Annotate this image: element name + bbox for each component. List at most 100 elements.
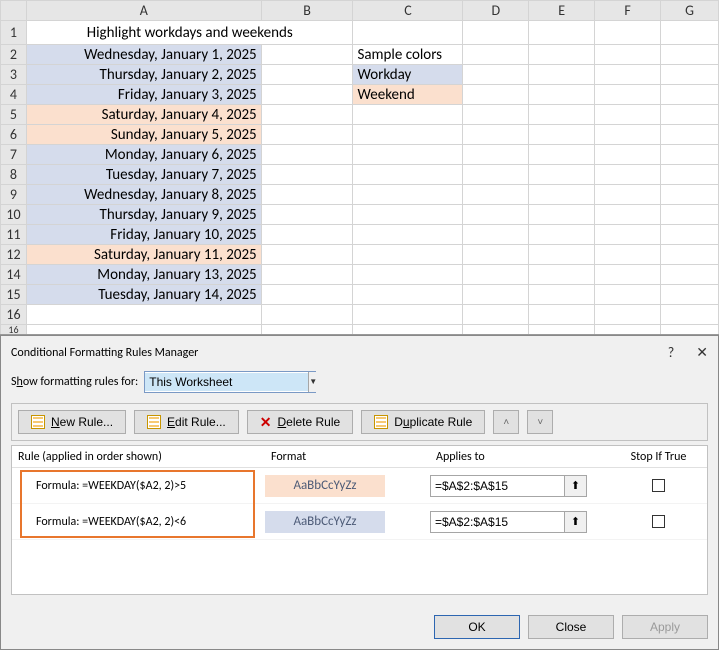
- cell[interactable]: Monday, January 6, 2025: [26, 145, 261, 165]
- cell[interactable]: Weekend: [353, 85, 463, 105]
- row-header[interactable]: 1: [1, 21, 27, 45]
- cell[interactable]: [529, 265, 595, 285]
- col-header[interactable]: G: [661, 1, 719, 21]
- cell[interactable]: [529, 245, 595, 265]
- duplicate-rule-button[interactable]: Duplicate Rule: [361, 410, 485, 434]
- cell[interactable]: [463, 105, 529, 125]
- cell[interactable]: [595, 225, 661, 245]
- cell[interactable]: [463, 245, 529, 265]
- cell[interactable]: [463, 305, 529, 325]
- cell[interactable]: [261, 125, 353, 145]
- cell[interactable]: Highlight workdays and weekends: [26, 21, 353, 45]
- cell[interactable]: [261, 225, 353, 245]
- move-up-button[interactable]: ˄: [493, 410, 519, 434]
- cell[interactable]: [661, 145, 719, 165]
- scope-combo[interactable]: ▼: [144, 371, 316, 393]
- cell[interactable]: [529, 285, 595, 305]
- cell[interactable]: [353, 265, 463, 285]
- cell[interactable]: [661, 85, 719, 105]
- cell[interactable]: [353, 21, 463, 45]
- row-header[interactable]: 9: [1, 185, 27, 205]
- cell[interactable]: [463, 21, 529, 45]
- cell[interactable]: [463, 265, 529, 285]
- cell[interactable]: [661, 225, 719, 245]
- cell[interactable]: [661, 265, 719, 285]
- cell[interactable]: [529, 105, 595, 125]
- row-header[interactable]: 16: [1, 305, 27, 325]
- cell[interactable]: Thursday, January 9, 2025: [26, 205, 261, 225]
- col-header[interactable]: C: [353, 1, 463, 21]
- cell[interactable]: Tuesday, January 7, 2025: [26, 165, 261, 185]
- delete-rule-button[interactable]: ✕Delete Rule: [247, 410, 353, 434]
- cell[interactable]: Wednesday, January 1, 2025: [26, 45, 261, 65]
- cell[interactable]: [661, 285, 719, 305]
- cell[interactable]: [595, 305, 661, 325]
- new-rule-button[interactable]: New Rule...: [18, 410, 126, 434]
- cell[interactable]: [261, 85, 353, 105]
- cell[interactable]: Sunday, January 5, 2025: [26, 125, 261, 145]
- cell[interactable]: [529, 85, 595, 105]
- col-header[interactable]: D: [463, 1, 529, 21]
- cell[interactable]: [353, 245, 463, 265]
- row-header[interactable]: 10: [1, 205, 27, 225]
- cell[interactable]: [595, 165, 661, 185]
- cell[interactable]: [463, 85, 529, 105]
- cell[interactable]: [661, 245, 719, 265]
- cell[interactable]: [661, 165, 719, 185]
- chevron-down-icon[interactable]: ▼: [308, 372, 317, 392]
- scope-combo-input[interactable]: [145, 373, 308, 391]
- cell[interactable]: [463, 125, 529, 145]
- row-header[interactable]: 6: [1, 125, 27, 145]
- cell[interactable]: [661, 105, 719, 125]
- cell[interactable]: [529, 145, 595, 165]
- cell[interactable]: [529, 65, 595, 85]
- row-header[interactable]: 15: [1, 285, 27, 305]
- cell[interactable]: [261, 45, 353, 65]
- cell[interactable]: Friday, January 3, 2025: [26, 85, 261, 105]
- row-header[interactable]: 14: [1, 265, 27, 285]
- cell[interactable]: [529, 205, 595, 225]
- col-header[interactable]: E: [529, 1, 595, 21]
- cell[interactable]: [261, 305, 353, 325]
- cell[interactable]: [463, 285, 529, 305]
- cell[interactable]: Saturday, January 4, 2025: [26, 105, 261, 125]
- row-header[interactable]: 12: [1, 245, 27, 265]
- cell[interactable]: [595, 265, 661, 285]
- cell[interactable]: [463, 165, 529, 185]
- cell[interactable]: [353, 185, 463, 205]
- cell[interactable]: Wednesday, January 8, 2025: [26, 185, 261, 205]
- dialog-titlebar[interactable]: Conditional Formatting Rules Manager ? ✕: [1, 336, 718, 367]
- cell[interactable]: [261, 285, 353, 305]
- cell[interactable]: [661, 45, 719, 65]
- cell[interactable]: Saturday, January 11, 2025: [26, 245, 261, 265]
- cell[interactable]: Thursday, January 2, 2025: [26, 65, 261, 85]
- cell[interactable]: [529, 225, 595, 245]
- cell[interactable]: [353, 205, 463, 225]
- rule-row[interactable]: Formula: =WEEKDAY($A2, 2)>5AaBbCcYyZz⬆: [12, 468, 707, 504]
- cell[interactable]: Monday, January 13, 2025: [26, 265, 261, 285]
- edit-rule-button[interactable]: Edit Rule...: [134, 410, 239, 434]
- cell[interactable]: [261, 165, 353, 185]
- cell[interactable]: [353, 105, 463, 125]
- row-header[interactable]: 3: [1, 65, 27, 85]
- cell[interactable]: Tuesday, January 14, 2025: [26, 285, 261, 305]
- row-header[interactable]: 11: [1, 225, 27, 245]
- cell[interactable]: [595, 85, 661, 105]
- cell[interactable]: [595, 21, 661, 45]
- range-picker-icon[interactable]: ⬆: [565, 511, 587, 533]
- help-button[interactable]: ?: [668, 344, 675, 361]
- applies-to-input[interactable]: [430, 511, 565, 533]
- cell[interactable]: [463, 185, 529, 205]
- cell[interactable]: [595, 285, 661, 305]
- cell[interactable]: [261, 105, 353, 125]
- move-down-button[interactable]: ˅: [527, 410, 553, 434]
- range-picker-icon[interactable]: ⬆: [565, 475, 587, 497]
- row-header[interactable]: 7: [1, 145, 27, 165]
- cell[interactable]: [529, 185, 595, 205]
- cell[interactable]: [353, 125, 463, 145]
- cell[interactable]: [529, 125, 595, 145]
- col-header[interactable]: F: [595, 1, 661, 21]
- cell[interactable]: [661, 125, 719, 145]
- cell[interactable]: [595, 45, 661, 65]
- close-button[interactable]: Close: [528, 615, 614, 639]
